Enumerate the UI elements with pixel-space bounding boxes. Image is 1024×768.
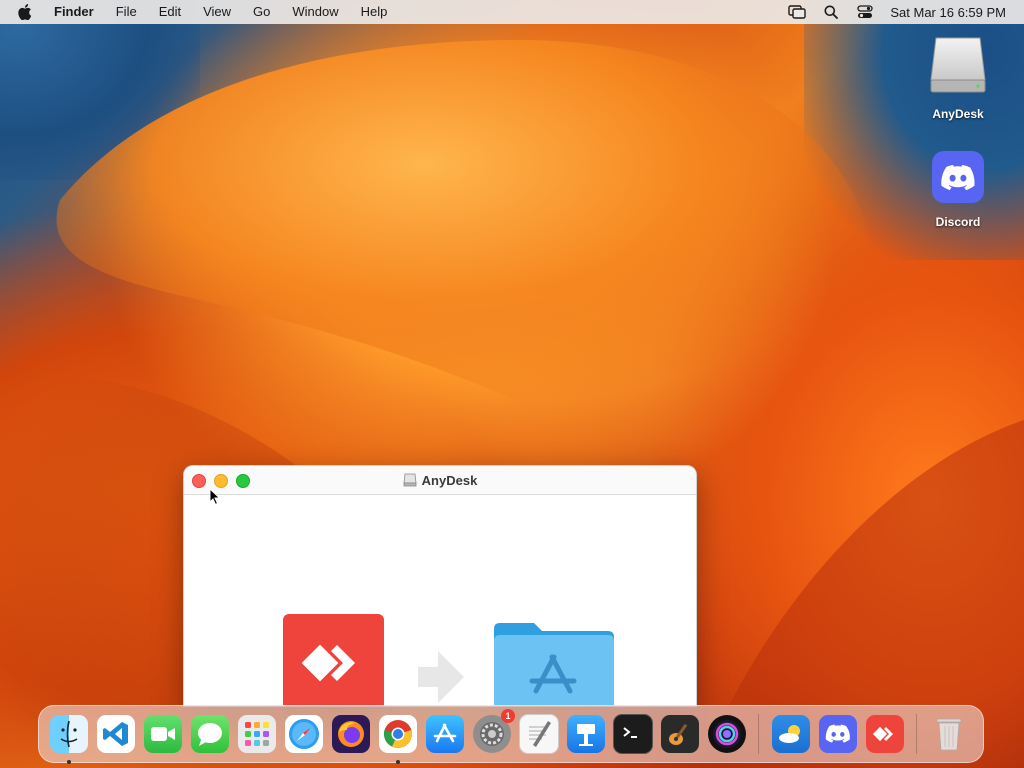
window-zoom-button[interactable]	[236, 474, 250, 488]
screen-mirroring-icon[interactable]	[788, 4, 807, 20]
window-title: AnyDesk	[421, 472, 478, 488]
firefox-icon	[331, 715, 370, 753]
dock-firefox[interactable]	[330, 714, 371, 755]
desktop-icon-anydesk[interactable]: AnyDesk	[913, 34, 1003, 121]
control-center-icon[interactable]	[856, 4, 874, 20]
dock-terminal[interactable]	[612, 714, 653, 755]
weather-icon	[771, 715, 810, 753]
desktop-icon-discord[interactable]: Discord	[913, 150, 1003, 229]
apple-menu-icon[interactable]	[18, 4, 34, 20]
vscode-icon	[96, 715, 135, 753]
menu-view[interactable]: View	[192, 0, 242, 24]
dock-textedit[interactable]	[518, 714, 559, 755]
facetime-icon	[143, 715, 182, 753]
running-indicator	[395, 759, 400, 764]
dock-discord[interactable]	[817, 714, 858, 755]
trash-icon	[930, 715, 968, 753]
textedit-icon	[518, 714, 559, 754]
window-content	[184, 495, 696, 706]
finder-window: AnyDesk	[183, 465, 697, 707]
menu-clock[interactable]: Sat Mar 16 6:59 PM	[890, 5, 1006, 20]
menu-file[interactable]: File	[105, 0, 148, 24]
menu-bar: Finder File Edit View Go Window Help Sat…	[0, 0, 1024, 24]
drag-arrow-icon	[412, 645, 468, 706]
dock-app-store[interactable]	[424, 714, 465, 755]
dock-facetime[interactable]	[142, 714, 183, 755]
launchpad-icon	[237, 715, 276, 753]
discord-icon	[931, 150, 985, 209]
dock-launchpad[interactable]	[236, 714, 277, 755]
finder-icon	[49, 715, 88, 753]
dock-safari[interactable]	[283, 714, 324, 755]
dock-anydesk[interactable]	[864, 714, 905, 755]
dock-system-settings[interactable]: 1	[471, 708, 515, 755]
window-titlebar[interactable]: AnyDesk	[184, 466, 696, 495]
spotlight-search-icon[interactable]	[822, 4, 840, 20]
notification-badge: 1	[501, 708, 515, 723]
disk-image-icon	[403, 473, 417, 487]
dock-siri[interactable]	[706, 714, 747, 755]
dock-weather[interactable]	[770, 714, 811, 755]
dock-keynote[interactable]	[565, 714, 606, 755]
anydesk-app-icon[interactable]	[283, 614, 384, 706]
anydesk-icon	[865, 715, 904, 753]
dock-chrome[interactable]	[377, 714, 418, 764]
safari-icon	[284, 715, 323, 753]
dock-garageband[interactable]	[659, 714, 700, 755]
window-minimize-button[interactable]	[214, 474, 228, 488]
dock-messages[interactable]	[189, 714, 230, 755]
running-indicator	[66, 759, 71, 764]
discord-icon	[818, 715, 857, 753]
app-store-icon	[425, 715, 464, 753]
terminal-icon	[612, 714, 653, 754]
menu-help[interactable]: Help	[350, 0, 399, 24]
window-close-button[interactable]	[192, 474, 206, 488]
desktop-icon-label: AnyDesk	[932, 107, 984, 121]
siri-icon	[707, 715, 746, 753]
menu-go[interactable]: Go	[242, 0, 281, 24]
dock-finder[interactable]	[48, 714, 89, 764]
keynote-icon	[566, 715, 605, 753]
menu-window[interactable]: Window	[281, 0, 349, 24]
menu-edit[interactable]: Edit	[148, 0, 192, 24]
dock-separator	[758, 714, 759, 754]
mouse-cursor-icon	[209, 487, 221, 511]
menu-app-name[interactable]: Finder	[50, 0, 105, 24]
messages-icon	[190, 715, 229, 753]
dock-separator	[916, 714, 917, 754]
desktop-icon-label: Discord	[935, 215, 981, 229]
dock-vscode[interactable]	[95, 714, 136, 755]
chrome-icon	[378, 715, 417, 753]
guitar-icon	[660, 715, 699, 753]
dock-trash[interactable]	[928, 714, 969, 755]
disk-image-icon	[928, 34, 988, 101]
dock: 1	[38, 705, 984, 764]
applications-folder-icon[interactable]	[494, 615, 614, 706]
